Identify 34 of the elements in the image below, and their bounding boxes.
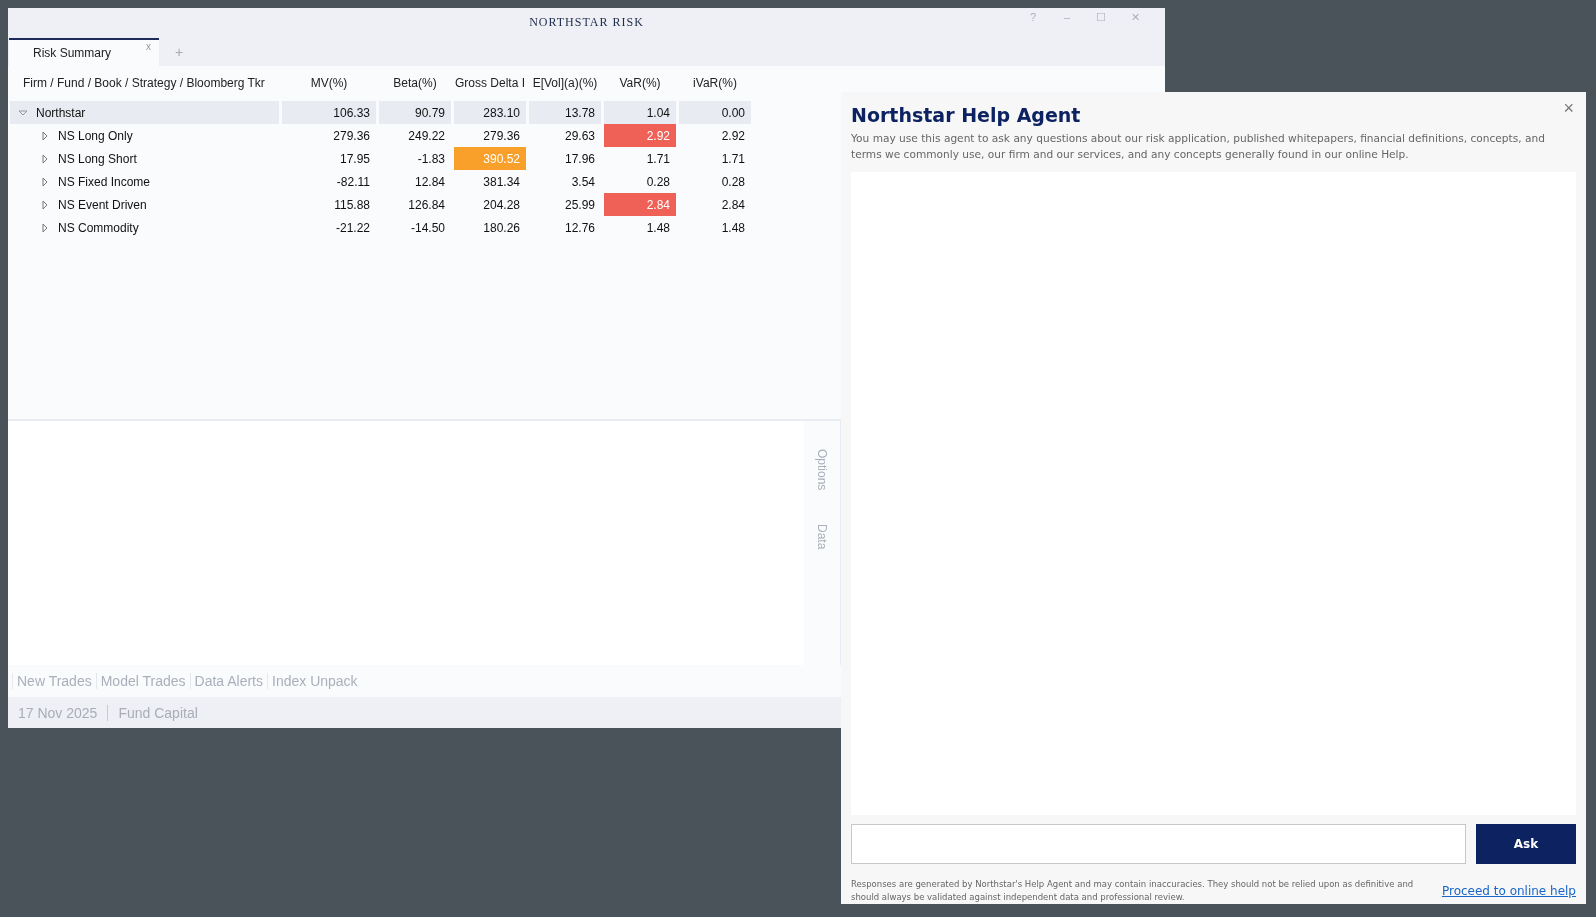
tree-row-name[interactable]: Northstar bbox=[10, 101, 279, 124]
table-cell: 0.00 bbox=[679, 101, 751, 124]
panel-title: Northstar Help Agent bbox=[851, 104, 1081, 126]
column-header[interactable]: MV(%) bbox=[282, 76, 376, 90]
table-cell: 13.78 bbox=[529, 101, 601, 124]
tab[interactable]: Risk Summary x bbox=[9, 38, 159, 66]
window-title: NORTHSTAR RISK bbox=[529, 14, 644, 30]
disclaimer-text: Responses are generated by Northstar's Help Agent and may contain inaccuracies. They should not be relied upon as definitive and should always be validated against independent data and professional review. bbox=[851, 878, 1415, 904]
column-header[interactable]: E[Vol](a)(%) bbox=[529, 76, 601, 90]
close-button[interactable]: × bbox=[1563, 98, 1574, 119]
column-header[interactable]: Firm / Fund / Book / Strategy / Bloomberg Tkr bbox=[10, 76, 279, 90]
table-cell: 2.92 bbox=[604, 124, 676, 147]
collapse-caret-icon[interactable] bbox=[18, 107, 28, 118]
table-cell: 106.33 bbox=[282, 101, 376, 124]
expand-caret-icon[interactable] bbox=[40, 199, 50, 210]
table-cell: 90.79 bbox=[379, 101, 451, 124]
table-cell: 2.84 bbox=[604, 193, 676, 216]
online-help-link[interactable]: Proceed to online help bbox=[1441, 884, 1576, 898]
panel-description: You may use this agent to ask any questions about our risk application, published whitepapers, financial definitions, concepts, and terms we commonly use, our firm and our services, and any concepts generally found in our online Help. bbox=[851, 131, 1546, 162]
expand-caret-icon[interactable] bbox=[40, 153, 50, 164]
column-header[interactable]: Beta(%) bbox=[379, 76, 451, 90]
column-header[interactable]: VaR(%) bbox=[604, 76, 676, 90]
column-header[interactable]: iVaR(%) bbox=[679, 76, 751, 90]
column-header[interactable]: Gross Delta I bbox=[454, 76, 526, 90]
table-cell: 283.10 bbox=[454, 101, 526, 124]
expand-caret-icon[interactable] bbox=[40, 130, 50, 141]
table-cell: 1.04 bbox=[604, 101, 676, 124]
table-cell: 390.52 bbox=[454, 147, 526, 170]
status-text: 17 Nov 2025 bbox=[18, 704, 98, 721]
question-input[interactable] bbox=[851, 824, 1466, 864]
status-text: Fund Capital bbox=[118, 704, 198, 721]
ask-button[interactable]: Ask bbox=[1476, 824, 1576, 864]
expand-caret-icon[interactable] bbox=[40, 176, 50, 187]
expand-caret-icon[interactable] bbox=[40, 222, 50, 233]
